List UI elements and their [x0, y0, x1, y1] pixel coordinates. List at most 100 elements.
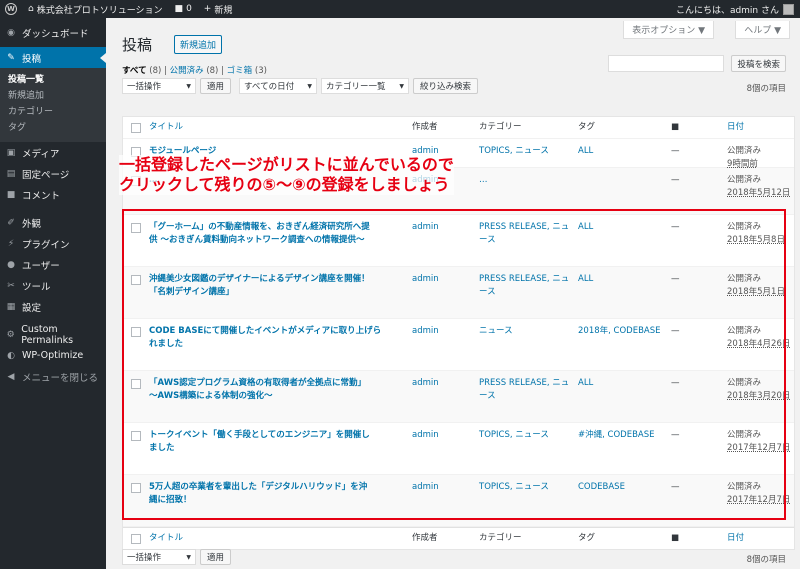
column-date[interactable]: 日付 — [727, 121, 744, 134]
select-all-checkbox[interactable] — [131, 534, 141, 544]
chevron-down-icon: ▼ — [186, 553, 191, 561]
menu-wp-optimize[interactable]: ◐ WP-Optimize — [0, 345, 106, 366]
column-title[interactable]: タイトル — [149, 121, 183, 134]
menu-custom-permalinks[interactable]: ⚙ Custom Permalinks — [0, 323, 106, 346]
category-filter-select[interactable]: カテゴリー一覧 ▼ — [321, 78, 410, 94]
bulk-action-value: 一括操作 — [127, 553, 162, 563]
menu-appearance[interactable]: ✐ 外観 — [0, 212, 106, 233]
date-filter-value: すべての日付 — [244, 82, 295, 92]
avatar — [783, 3, 794, 15]
menu-users[interactable]: ● ユーザー — [0, 254, 106, 275]
category-line: … — [479, 175, 488, 185]
menu-media[interactable]: ▣ メディア — [0, 142, 106, 163]
gear-icon: ⚙ — [6, 329, 15, 340]
menu-label: コメント — [22, 190, 61, 202]
menu-label: WP-Optimize — [22, 350, 84, 361]
menu-label: ツール — [22, 281, 51, 293]
site-name-label: 株式会社プロトソリューション — [36, 5, 163, 16]
status-filter-links: すべて (8) | 公開済み (8) | ゴミ箱 (3) — [122, 66, 267, 76]
annotation-line-1: 一括登録したページがリストに並んでいるので — [119, 155, 454, 175]
submenu-all-posts[interactable]: 投稿一覧 — [0, 72, 106, 88]
column-title[interactable]: タイトル — [149, 532, 183, 545]
column-categories: カテゴリー — [479, 533, 522, 543]
filter-published[interactable]: 公開済み — [170, 66, 204, 76]
help-button[interactable]: ヘルプ ▼ — [735, 21, 790, 39]
category-line: TOPICS, ニュース — [479, 146, 549, 156]
menu-plugins[interactable]: ⚡ プラグイン — [0, 233, 106, 254]
menu-settings[interactable]: ▦ 設定 — [0, 296, 106, 317]
plus-icon: + — [203, 4, 212, 14]
menu-label: 固定ページ — [22, 169, 70, 181]
page-title: 投稿 — [122, 36, 153, 54]
column-author: 作成者 — [412, 533, 438, 543]
page-icon: ▤ — [6, 168, 16, 179]
menu-tools[interactable]: ✂ ツール — [0, 275, 106, 296]
comments-link[interactable]: ■ 0 — [169, 0, 198, 18]
column-categories: カテゴリー — [479, 122, 522, 132]
filter-button[interactable]: 絞り込み検索 — [413, 78, 479, 94]
date-filter-select[interactable]: すべての日付 ▼ — [239, 78, 318, 94]
apply-button[interactable]: 適用 — [200, 78, 232, 94]
settings-icon: ▦ — [6, 301, 16, 312]
new-label: 新規 — [214, 5, 233, 16]
add-new-button[interactable]: 新規追加 — [174, 35, 223, 54]
bulk-action-select[interactable]: 一括操作 ▼ — [122, 549, 196, 565]
table-footer: タイトル 作成者 カテゴリー タグ ■ 日付 — [123, 527, 794, 549]
bulk-action-value: 一括操作 — [127, 82, 162, 92]
search-input[interactable] — [608, 55, 724, 72]
comment-bubble-icon[interactable]: ■ — [671, 532, 679, 545]
submenu-add-new[interactable]: 新規追加 — [0, 88, 106, 104]
post-categories[interactable]: … — [479, 174, 574, 187]
user-icon: ● — [7, 259, 15, 270]
comment-icon: ■ — [174, 4, 184, 14]
search-posts-button[interactable]: 投稿を検索 — [731, 55, 786, 72]
post-tags[interactable]: ALL — [578, 145, 593, 158]
comment-count: — — [671, 175, 680, 185]
wordpress-logo-icon[interactable]: W — [0, 0, 22, 18]
column-author: 作成者 — [412, 122, 438, 132]
greeting: こんにちは、admin さん — [675, 5, 779, 16]
home-icon: ⌂ — [28, 4, 34, 14]
menu-label: 設定 — [22, 302, 42, 314]
menu-posts[interactable]: ✎ 投稿 — [0, 47, 106, 68]
annotation: 一括登録したページがリストに並んでいるので クリックして残りの⑤～⑨の登録をしま… — [119, 155, 454, 195]
post-status: 公開済み — [727, 175, 762, 185]
column-date[interactable]: 日付 — [727, 532, 744, 545]
filter-all[interactable]: すべて — [122, 66, 147, 76]
items-count: 8個の項目 — [746, 84, 786, 94]
menu-collapse[interactable]: ◀ メニューを閉じる — [0, 366, 106, 387]
plugin-icon: ⚡ — [7, 238, 15, 249]
site-name-link[interactable]: ⌂ 株式会社プロトソリューション — [22, 0, 169, 18]
bulk-action-select[interactable]: 一括操作 ▼ — [122, 78, 196, 94]
comment-icon: ■ — [6, 189, 16, 200]
menu-label: メニューを閉じる — [22, 372, 99, 384]
menu-label: メディア — [22, 148, 60, 160]
comment-bubble-icon[interactable]: ■ — [671, 121, 679, 134]
trash-count: (3) — [254, 66, 267, 76]
menu-comments[interactable]: ■ コメント — [0, 184, 106, 205]
admin-sidebar: ◉ ダッシュボード ✎ 投稿 投稿一覧 新規追加 カテゴリー タグ ▣ メディア ▤ 固… — [0, 18, 106, 569]
menu-label: ユーザー — [22, 260, 60, 272]
submenu-tags[interactable]: タグ — [0, 120, 106, 136]
appearance-icon: ✐ — [7, 217, 15, 228]
menu-label: 投稿 — [22, 53, 42, 65]
apply-button[interactable]: 適用 — [200, 549, 232, 565]
post-categories[interactable]: TOPICS, ニュース — [479, 145, 574, 158]
all-count: (8) — [149, 66, 162, 76]
tablenav-bottom: 一括操作 ▼ 適用 — [122, 549, 232, 565]
tablenav-top: 一括操作 ▼ 適用 すべての日付 ▼ カテゴリー一覧 ▼ 絞り込み検索 — [122, 78, 479, 94]
select-all-checkbox[interactable] — [131, 123, 141, 133]
media-icon: ▣ — [6, 147, 16, 158]
menu-dashboard[interactable]: ◉ ダッシュボード — [0, 22, 106, 43]
screen-options-button[interactable]: 表示オプション ▼ — [623, 21, 714, 39]
column-tags: タグ — [578, 122, 596, 132]
menu-label: ダッシュボード — [22, 28, 89, 40]
my-account[interactable]: こんにちは、admin さん — [676, 3, 800, 16]
new-content-link[interactable]: + 新規 — [198, 0, 239, 18]
submenu-categories[interactable]: カテゴリー — [0, 104, 106, 120]
filter-trash[interactable]: ゴミ箱 — [227, 66, 253, 76]
menu-label: Custom Permalinks — [21, 323, 74, 346]
menu-pages[interactable]: ▤ 固定ページ — [0, 163, 106, 184]
highlight-box — [122, 209, 786, 520]
comments-count: 0 — [186, 4, 192, 14]
